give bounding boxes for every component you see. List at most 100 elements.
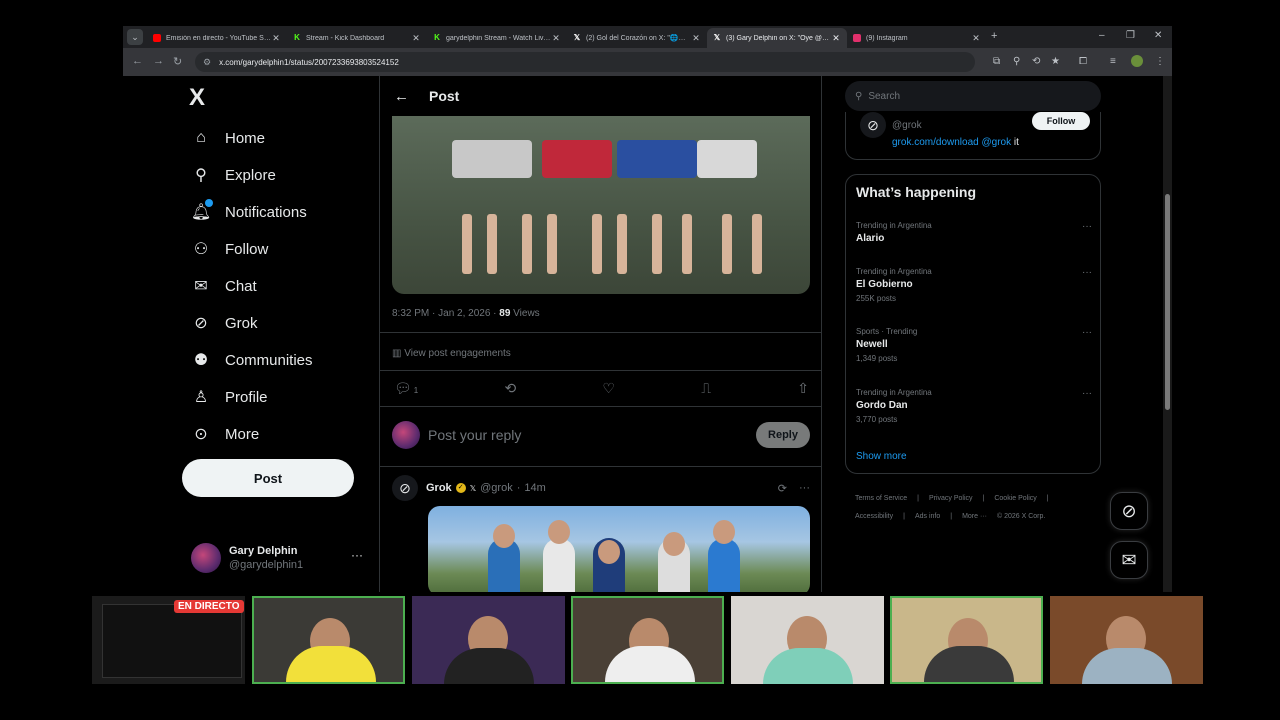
tab-instagram[interactable]: (9) Instagram ✕ — [847, 28, 987, 48]
nav-more[interactable]: ⊙ More — [191, 419, 259, 449]
account-menu-icon[interactable]: ··· — [351, 548, 363, 562]
stream-preview: EN DIRECTO — [92, 596, 245, 684]
show-more-link[interactable]: Show more — [856, 451, 907, 462]
nav-follow[interactable]: ⚇ Follow — [191, 234, 269, 264]
minimize-icon[interactable]: – — [1099, 30, 1105, 41]
post-image[interactable] — [392, 116, 810, 294]
nav-home[interactable]: ⌂ Home — [191, 123, 265, 153]
x-logo-icon[interactable]: X — [189, 84, 205, 112]
forward-arrow-icon[interactable]: → — [153, 55, 164, 67]
trend-more-icon[interactable]: ··· — [1082, 327, 1092, 338]
messages-fab-icon[interactable]: ✉ — [1110, 541, 1148, 579]
grok-icon: ⊘ — [194, 315, 208, 332]
nav-grok[interactable]: ⊘ Grok — [191, 308, 258, 338]
trend-item[interactable]: Trending in Argentina Gordo Dan 3,770 po… — [856, 388, 1092, 424]
close-tab-icon[interactable]: ✕ — [691, 33, 701, 44]
search-icon: ⚲ — [195, 167, 207, 184]
nav-label: Grok — [225, 314, 258, 332]
panel-title: What’s happening — [856, 184, 977, 200]
close-tab-icon[interactable]: ✕ — [271, 33, 281, 44]
close-tab-icon[interactable]: ✕ — [971, 33, 981, 44]
profile-avatar-icon[interactable] — [1131, 55, 1143, 67]
grok-time: 14m — [524, 482, 546, 494]
bar-chart-icon: ▥ — [392, 348, 405, 359]
person-icon: ♙ — [193, 389, 209, 406]
nav-profile[interactable]: ♙ Profile — [191, 382, 268, 412]
follow-button[interactable]: Follow — [1032, 112, 1090, 130]
tab-x-gol[interactable]: 𝕏 (2) Gol del Corazón on X: "🌐🌐... ✕ — [567, 28, 707, 48]
share-icon[interactable]: ⇧ — [797, 380, 809, 397]
tab-kick-dashboard[interactable]: K Stream - Kick Dashboard ✕ — [287, 28, 427, 48]
grok-reply-header: ⊘ Grok ✓ 𝕏 @grok · 14m ⟳ ··· — [392, 475, 810, 501]
grok-fab-icon[interactable]: ⊘ — [1110, 492, 1148, 530]
tab-title: (2) Gol del Corazón on X: "🌐🌐... — [586, 35, 691, 42]
instagram-icon — [853, 34, 861, 42]
organization-badge-icon: 𝕏 — [469, 483, 477, 493]
trend-more-icon[interactable]: ··· — [1082, 221, 1092, 232]
close-tab-icon[interactable]: ✕ — [551, 33, 561, 44]
nav-communities[interactable]: ⚉ Communities — [191, 345, 313, 375]
tab-x-gary[interactable]: 𝕏 (3) Gary Delphin on X: "Oye @gro... ✕ — [707, 28, 847, 48]
reply-icon: 💬︎ — [394, 380, 412, 396]
nav-label: Explore — [225, 166, 276, 184]
more-circle-icon: ⊙ — [194, 426, 208, 443]
back-arrow-icon[interactable]: ← — [394, 88, 409, 105]
nav-chat[interactable]: ✉ Chat — [191, 271, 257, 301]
webcam-strip: EN DIRECTO — [92, 596, 1204, 684]
notification-dot — [205, 199, 213, 207]
post-button[interactable]: Post — [182, 459, 354, 497]
grok-reply-image[interactable] — [428, 506, 810, 592]
close-window-icon[interactable]: ✕ — [1154, 30, 1162, 41]
grok-explain-icon[interactable]: ⟳ — [778, 482, 787, 495]
restore-icon[interactable]: ❐ — [1126, 30, 1135, 41]
nav-label: Communities — [225, 351, 313, 369]
grok-handle: @grok — [892, 120, 922, 131]
view-engagements-link[interactable]: ▥ View post engagements — [392, 348, 511, 359]
bookmark-star-icon[interactable]: ★ — [1051, 56, 1060, 67]
cast-icon[interactable]: ⟲ — [1032, 56, 1040, 67]
grok-avatar-icon[interactable]: ⊘ — [392, 475, 418, 501]
nav-label: Profile — [225, 388, 268, 406]
webcam-feed — [731, 596, 884, 684]
translate-icon[interactable]: ⧉ — [993, 56, 1000, 67]
trend-more-icon[interactable]: ··· — [1082, 267, 1092, 278]
browser-menu-icon[interactable]: ⋮ — [1155, 56, 1165, 67]
whats-happening-panel: What’s happening Trending in Argentina A… — [845, 174, 1101, 474]
close-tab-icon[interactable]: ✕ — [411, 33, 421, 44]
extensions-icon[interactable]: ⧠ — [1079, 56, 1087, 67]
grok-name[interactable]: Grok — [426, 482, 452, 494]
tab-youtube-studio[interactable]: Emisión en directo - YouTube Stu... ✕ — [147, 28, 287, 48]
trend-item[interactable]: Trending in Argentina El Gobierno 255K p… — [856, 267, 1092, 303]
home-icon: ⌂ — [196, 129, 206, 146]
post-column: ← Post 8:32 PM · Jan 2, 2026 · 89 Views … — [379, 76, 822, 592]
close-tab-icon[interactable]: ✕ — [831, 33, 841, 44]
trend-item[interactable]: Sports · Trending Newell 1,349 posts ··· — [856, 327, 1092, 363]
nav-label: Chat — [225, 277, 257, 295]
back-arrow-icon[interactable]: ← — [132, 55, 143, 67]
reply-action[interactable]: 💬︎ 1 — [394, 380, 418, 397]
nav-explore[interactable]: ⚲ Explore — [191, 160, 276, 190]
account-switcher[interactable]: Gary Delphin @garydelphin1 ··· — [191, 540, 371, 576]
reply-input[interactable]: Post your reply — [428, 427, 756, 443]
search-input[interactable]: ⚲ Search — [845, 81, 1101, 111]
repost-icon[interactable]: ⟲ — [504, 380, 516, 397]
tab-search-button[interactable]: ⌄ — [127, 29, 143, 45]
more-options-icon[interactable]: ··· — [799, 482, 810, 495]
bookmark-icon[interactable]: ⎍ — [701, 380, 711, 397]
media-icon[interactable]: ≡ — [1110, 56, 1116, 67]
trend-item[interactable]: Trending in Argentina Alario ··· — [856, 221, 1092, 244]
site-info-icon[interactable]: ⚙ — [203, 57, 211, 68]
zoom-icon[interactable]: ⚲ — [1013, 56, 1020, 67]
grok-download-link[interactable]: grok.com/download @grok it — [892, 137, 1019, 148]
trend-more-icon[interactable]: ··· — [1082, 388, 1092, 399]
address-bar: ← → ↻ ⚙ x.com/garydelphin1/status/200723… — [123, 48, 1172, 76]
tab-kick-watch[interactable]: K garydelphin Stream - Watch Live o... ✕ — [427, 28, 567, 48]
url-field[interactable]: ⚙ x.com/garydelphin1/status/200723369380… — [195, 52, 975, 72]
page-title: Post — [429, 88, 460, 104]
page-scrollbar[interactable] — [1163, 76, 1172, 592]
new-tab-button[interactable]: + — [991, 30, 997, 42]
reply-button[interactable]: Reply — [756, 422, 810, 448]
like-icon[interactable]: ♡ — [602, 380, 615, 397]
reload-icon[interactable]: ↻ — [173, 55, 182, 68]
nav-notifications[interactable]: 🔔︎ Notifications — [191, 197, 307, 227]
